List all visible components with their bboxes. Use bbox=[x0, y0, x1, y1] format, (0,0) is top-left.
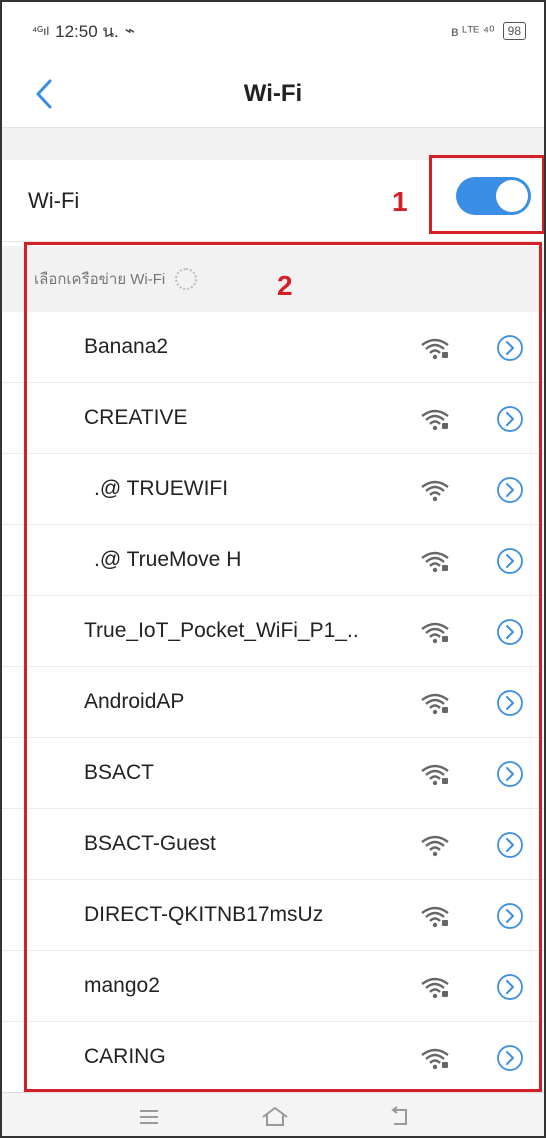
status-icons: ʙ ᴸᵀᴱ ⁴⁰ bbox=[451, 22, 495, 39]
page-title: Wi-Fi bbox=[243, 79, 303, 107]
wifi-toggle-switch[interactable] bbox=[456, 177, 531, 215]
chevron-left-icon[interactable] bbox=[30, 76, 60, 112]
back-arrow-icon[interactable] bbox=[384, 1103, 414, 1131]
usb-icon: ⌁ bbox=[124, 21, 135, 40]
menu-icon[interactable] bbox=[134, 1103, 164, 1131]
annotation-label-1: 1 bbox=[392, 186, 408, 217]
status-time: 12:50 น. bbox=[55, 21, 119, 41]
toggle-knob bbox=[496, 180, 528, 212]
phone-screen: ⁴ᴳıl 12:50 น. ⌁ ʙ ᴸᵀᴱ ⁴⁰ 98 Wi-Fi Wi-Fi … bbox=[0, 0, 546, 1138]
wifi-toggle-label: Wi-Fi bbox=[28, 187, 80, 213]
bottom-nav-bar bbox=[2, 1092, 544, 1136]
top-navigation-bar: Wi-Fi bbox=[2, 60, 544, 128]
annotation-box-2 bbox=[24, 242, 542, 1092]
status-bar: ⁴ᴳıl 12:50 น. ⌁ ʙ ᴸᵀᴱ ⁴⁰ 98 bbox=[2, 2, 544, 60]
signal-icon: ⁴ᴳıl bbox=[32, 24, 50, 38]
battery-icon: 98 bbox=[502, 22, 526, 40]
home-icon[interactable] bbox=[260, 1103, 290, 1131]
